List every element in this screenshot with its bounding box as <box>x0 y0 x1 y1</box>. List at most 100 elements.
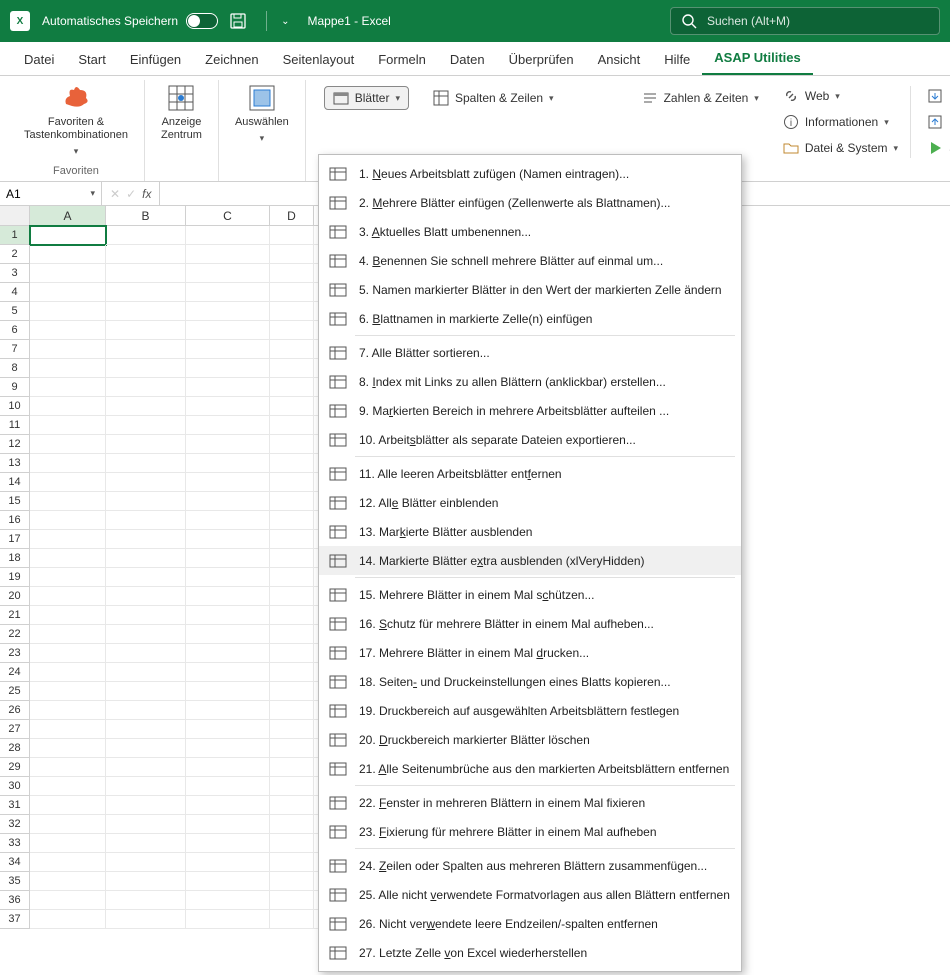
menu-item-19[interactable]: 19. Druckbereich auf ausgewählten Arbeit… <box>319 696 741 725</box>
row-header[interactable]: 8 <box>0 359 30 378</box>
menu-item-1[interactable]: 1. Neues Arbeitsblatt zufügen (Namen ein… <box>319 159 741 188</box>
cancel-icon[interactable]: ✕ <box>110 187 120 201</box>
cell[interactable] <box>186 910 270 929</box>
cell[interactable] <box>186 568 270 587</box>
cell[interactable] <box>30 359 106 378</box>
row-header[interactable]: 10 <box>0 397 30 416</box>
menu-item-25[interactable]: 25. Alle nicht verwendete Formatvorlagen… <box>319 880 741 909</box>
export-dropdown[interactable]: Export <box>923 112 950 132</box>
cell[interactable] <box>270 853 314 872</box>
row-header[interactable]: 23 <box>0 644 30 663</box>
cell[interactable] <box>30 264 106 283</box>
cell[interactable] <box>30 473 106 492</box>
cell[interactable] <box>106 739 186 758</box>
cell[interactable] <box>270 264 314 283</box>
cell[interactable] <box>106 397 186 416</box>
cell[interactable] <box>186 701 270 720</box>
search-box[interactable] <box>670 7 940 35</box>
row-header[interactable]: 32 <box>0 815 30 834</box>
cell[interactable] <box>270 606 314 625</box>
tab-datei[interactable]: Datei <box>12 44 66 75</box>
cell[interactable] <box>186 891 270 910</box>
cell[interactable] <box>106 625 186 644</box>
cell[interactable] <box>186 340 270 359</box>
cell[interactable] <box>186 872 270 891</box>
row-header[interactable]: 9 <box>0 378 30 397</box>
toggle-switch-icon[interactable] <box>186 13 218 29</box>
cell[interactable] <box>30 283 106 302</box>
menu-item-3[interactable]: 3. Aktuelles Blatt umbenennen... <box>319 217 741 246</box>
info-dropdown[interactable]: iInformationen▾ <box>779 112 902 132</box>
column-header[interactable]: D <box>270 206 314 226</box>
cell[interactable] <box>270 701 314 720</box>
cell[interactable] <box>30 226 106 245</box>
cell[interactable] <box>30 454 106 473</box>
menu-item-2[interactable]: 2. Mehrere Blätter einfügen (Zellenwerte… <box>319 188 741 217</box>
cell[interactable] <box>106 796 186 815</box>
cell[interactable] <box>186 473 270 492</box>
cell[interactable] <box>186 416 270 435</box>
cell[interactable] <box>186 758 270 777</box>
cell[interactable] <box>186 625 270 644</box>
row-header[interactable]: 26 <box>0 701 30 720</box>
cell[interactable] <box>186 682 270 701</box>
tab-einfügen[interactable]: Einfügen <box>118 44 193 75</box>
cell[interactable] <box>186 796 270 815</box>
menu-item-22[interactable]: 22. Fenster in mehreren Blättern in eine… <box>319 788 741 817</box>
cell[interactable] <box>186 283 270 302</box>
row-header[interactable]: 14 <box>0 473 30 492</box>
cell[interactable] <box>30 777 106 796</box>
cell[interactable] <box>270 739 314 758</box>
cell[interactable] <box>186 777 270 796</box>
menu-item-14[interactable]: 14. Markierte Blätter extra ausblenden (… <box>319 546 741 575</box>
menu-item-9[interactable]: 9. Markierten Bereich in mehrere Arbeits… <box>319 396 741 425</box>
cell[interactable] <box>186 853 270 872</box>
cell[interactable] <box>30 378 106 397</box>
cell[interactable] <box>106 663 186 682</box>
menu-item-11[interactable]: 11. Alle leeren Arbeitsblätter entfernen <box>319 459 741 488</box>
cell[interactable] <box>270 872 314 891</box>
cell[interactable] <box>106 473 186 492</box>
cell[interactable] <box>270 568 314 587</box>
cell[interactable] <box>270 720 314 739</box>
anzeige-zentrum-button[interactable]: Anzeige Zentrum <box>155 80 208 146</box>
cell[interactable] <box>270 473 314 492</box>
cell[interactable] <box>270 910 314 929</box>
auswahlen-button[interactable]: Auswählen ▾ <box>229 80 295 148</box>
menu-item-5[interactable]: 5. Namen markierter Blätter in den Wert … <box>319 275 741 304</box>
cell[interactable] <box>106 853 186 872</box>
menu-item-12[interactable]: 12. Alle Blätter einblenden <box>319 488 741 517</box>
cell[interactable] <box>186 644 270 663</box>
cell[interactable] <box>186 245 270 264</box>
menu-item-23[interactable]: 23. Fixierung für mehrere Blätter in ein… <box>319 817 741 846</box>
column-header[interactable]: B <box>106 206 186 226</box>
tab-ansicht[interactable]: Ansicht <box>586 44 653 75</box>
cell[interactable] <box>30 853 106 872</box>
cell[interactable] <box>30 568 106 587</box>
row-header[interactable]: 33 <box>0 834 30 853</box>
start-dropdown[interactable]: Start▾ <box>923 138 950 158</box>
cell[interactable] <box>186 739 270 758</box>
cell[interactable] <box>30 815 106 834</box>
cell[interactable] <box>30 891 106 910</box>
menu-item-7[interactable]: 7. Alle Blätter sortieren... <box>319 338 741 367</box>
menu-item-26[interactable]: 26. Nicht verwendete leere Endzeilen/-sp… <box>319 909 741 938</box>
cell[interactable] <box>106 283 186 302</box>
cell[interactable] <box>270 549 314 568</box>
row-header[interactable]: 27 <box>0 720 30 739</box>
row-header[interactable]: 20 <box>0 587 30 606</box>
cell[interactable] <box>106 701 186 720</box>
import-dropdown[interactable]: Import <box>923 86 950 106</box>
cell[interactable] <box>270 302 314 321</box>
row-header[interactable]: 6 <box>0 321 30 340</box>
menu-item-16[interactable]: 16. Schutz für mehrere Blätter in einem … <box>319 609 741 638</box>
cell[interactable] <box>30 245 106 264</box>
menu-item-13[interactable]: 13. Markierte Blätter ausblenden <box>319 517 741 546</box>
spalten-dropdown[interactable]: Spalten & Zeilen▾ <box>429 86 558 110</box>
row-header[interactable]: 7 <box>0 340 30 359</box>
row-header[interactable]: 17 <box>0 530 30 549</box>
cell[interactable] <box>106 454 186 473</box>
cell[interactable] <box>106 359 186 378</box>
cell[interactable] <box>30 701 106 720</box>
datei-dropdown[interactable]: Datei & System▾ <box>779 138 902 158</box>
